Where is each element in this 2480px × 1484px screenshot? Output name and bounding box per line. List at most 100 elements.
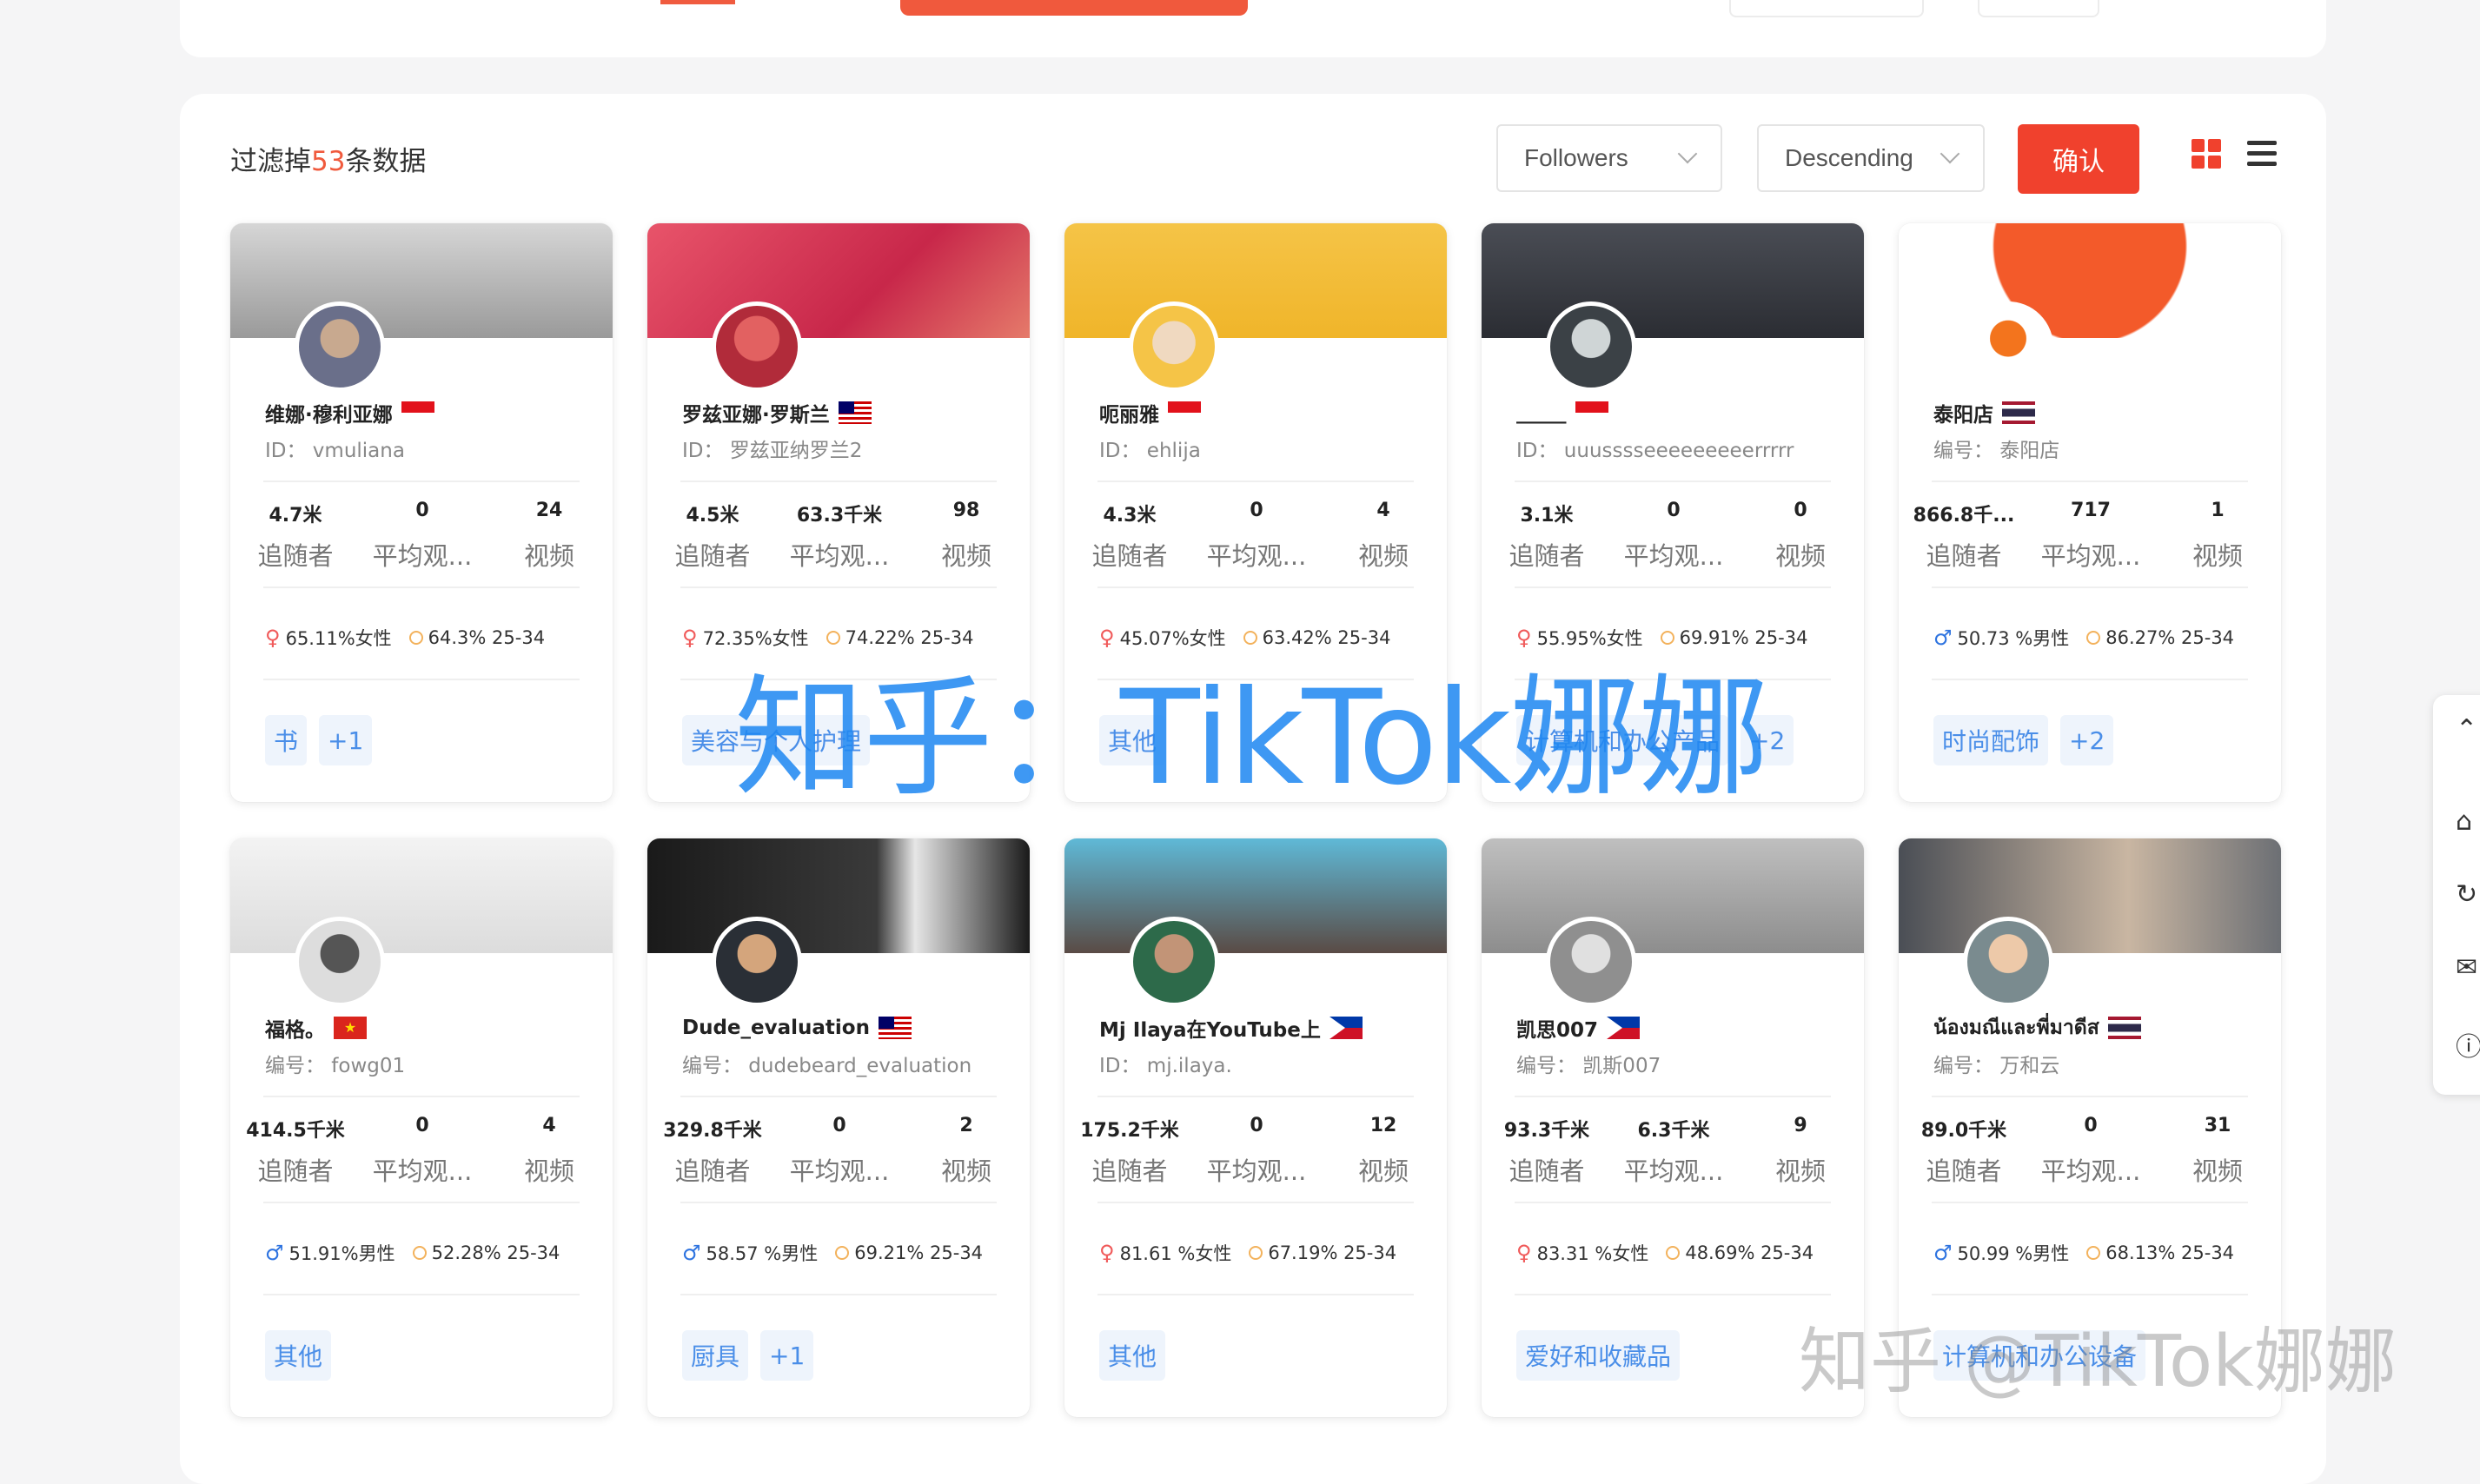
sort-field-select[interactable]: Followers xyxy=(1496,124,1722,192)
followers-value: 4.3米 xyxy=(1103,505,1157,527)
creator-name[interactable]: _____ xyxy=(1516,401,1567,424)
confirm-button[interactable]: 确认 xyxy=(2018,124,2139,194)
followers-label: 追随者 xyxy=(1509,1156,1585,1186)
chevron-up-icon[interactable]: ⌃ xyxy=(2456,714,2477,745)
followers-value: 866.8千... xyxy=(1913,505,2015,527)
divider xyxy=(263,1294,580,1295)
creator-name[interactable]: Mj Ilaya在YouTube上 xyxy=(1099,1013,1321,1043)
videos-value: 0 xyxy=(1794,500,1807,521)
followers-label: 追随者 xyxy=(1926,541,2002,571)
creator-name[interactable]: Dude_evaluation xyxy=(682,1017,870,1039)
category-tag[interactable]: 其他 xyxy=(1099,1330,1166,1381)
category-tags: 其他 xyxy=(1099,1330,1166,1381)
card-banner-image xyxy=(230,223,613,338)
grid-view-icon[interactable] xyxy=(2192,139,2221,169)
avatar[interactable] xyxy=(1129,917,1219,1007)
videos-value: 98 xyxy=(952,500,980,521)
creator-card[interactable]: Mj Ilaya在YouTube上 ID： mj.ilaya. 175.2千米 0 12… xyxy=(1064,838,1447,1417)
input-partial[interactable] xyxy=(1729,0,1924,17)
creator-name[interactable]: 泰阳店 xyxy=(1933,398,1993,427)
divider xyxy=(1515,1096,1831,1097)
creator-id: ID： ehlija xyxy=(1099,440,1201,462)
followers-value: 89.0千米 xyxy=(1920,1120,2007,1142)
help-icon[interactable]: ⓘ xyxy=(2456,1025,2480,1063)
category-tags: 爱好和收藏品 xyxy=(1516,1330,1681,1381)
divider xyxy=(1097,1096,1414,1097)
divider xyxy=(1515,1294,1831,1295)
name-row: 泰阳店 xyxy=(1933,397,2035,428)
flag-philippines-icon xyxy=(1607,1017,1641,1039)
male-icon: ♂ xyxy=(682,1241,701,1265)
creator-name[interactable]: 维娜·穆利亚娜 xyxy=(265,398,393,427)
creator-id: 编号： dudebeard_evaluation xyxy=(682,1055,972,1077)
flag-indonesia-icon xyxy=(1575,401,1608,424)
followers-value: 4.5米 xyxy=(686,505,739,527)
videos-value: 31 xyxy=(2204,1115,2231,1136)
avatar[interactable] xyxy=(1546,301,1636,392)
avatar[interactable] xyxy=(1129,301,1219,392)
avg-views-value: 717 xyxy=(2071,500,2111,521)
category-tag[interactable]: 时尚配饰 xyxy=(1933,715,2049,765)
creator-name[interactable]: น้องมณีและพี่มาดีส xyxy=(1933,1012,2099,1043)
avatar[interactable] xyxy=(712,301,802,392)
creator-name[interactable]: 罗兹亚娜·罗斯兰 xyxy=(682,398,830,427)
creator-name[interactable]: 福格。 xyxy=(265,1013,325,1043)
age-clock-icon xyxy=(408,631,423,645)
list-view-icon[interactable] xyxy=(2247,139,2277,169)
avg-views-value: 0 xyxy=(415,500,429,521)
search-button-partial[interactable] xyxy=(900,0,1248,16)
divider xyxy=(1097,1202,1414,1203)
videos-label: 视频 xyxy=(523,541,574,571)
creator-card[interactable]: 泰阳店 编号： 泰阳店 866.8千... 717 1 追随者 平均观... 视频 ♂ 50.73… xyxy=(1899,223,2281,802)
name-row: 凯思007 xyxy=(1516,1012,1641,1043)
sort-order-select[interactable]: Descending xyxy=(1757,124,1985,192)
house-icon[interactable]: ⌂ xyxy=(2456,806,2472,837)
sort-order-value: Descending xyxy=(1785,144,1913,171)
category-tag[interactable]: 厨具 xyxy=(682,1330,749,1381)
name-row: 罗兹亚娜·罗斯兰 xyxy=(682,397,872,428)
avatar[interactable] xyxy=(712,917,802,1007)
female-icon: ♀ xyxy=(682,626,698,650)
creator-name[interactable]: 凯思007 xyxy=(1516,1013,1598,1043)
divider xyxy=(263,480,580,482)
card-banner-image xyxy=(1064,223,1447,338)
avatar[interactable] xyxy=(295,917,385,1007)
age-percentage: 68.13% 25-34 xyxy=(2105,1242,2235,1263)
input-partial-2[interactable] xyxy=(1978,0,2099,17)
avatar[interactable] xyxy=(295,301,385,392)
followers-value: 4.7米 xyxy=(269,505,322,527)
category-tag[interactable]: 爱好和收藏品 xyxy=(1516,1330,1681,1381)
creator-id: 编号： 凯斯007 xyxy=(1516,1055,1661,1077)
avatar[interactable] xyxy=(1963,301,2053,392)
category-tag[interactable]: +1 xyxy=(760,1330,814,1381)
mail-icon[interactable]: ✉ xyxy=(2456,952,2477,983)
videos-label: 视频 xyxy=(523,1156,574,1186)
name-row: 呃丽雅 xyxy=(1099,397,1201,428)
watermark-corner: 知乎 @TikTok娜娜 xyxy=(1799,1321,2397,1403)
category-tag[interactable]: 其他 xyxy=(265,1330,332,1381)
followers-label: 追随者 xyxy=(1091,1156,1168,1186)
divider xyxy=(1097,1294,1414,1295)
card-banner-image xyxy=(1899,223,2281,338)
creator-name[interactable]: 呃丽雅 xyxy=(1099,398,1159,427)
creator-card[interactable]: 维娜·穆利亚娜 ID： vmuliana 4.7米 0 24 追随者 平均观... 视频 ♀ 65… xyxy=(230,223,613,802)
refresh-icon[interactable]: ↻ xyxy=(2456,879,2477,910)
creator-card[interactable]: Dude_evaluation 编号： dudebeard_evaluation 3… xyxy=(647,838,1030,1417)
age-percentage: 48.69% 25-34 xyxy=(1685,1242,1814,1263)
avg-views-value: 0 xyxy=(2084,1115,2098,1136)
videos-value: 9 xyxy=(1794,1115,1807,1136)
category-tags: 时尚配饰 +2 xyxy=(1933,715,2114,765)
category-tag[interactable]: +1 xyxy=(319,715,373,765)
avatar[interactable] xyxy=(1963,917,2053,1007)
divider xyxy=(1932,1202,2248,1203)
avatar[interactable] xyxy=(1546,917,1636,1007)
gender-percentage: 51.91%男性 xyxy=(288,1243,395,1264)
name-row: Dude_evaluation xyxy=(682,1012,912,1043)
category-tag[interactable]: +2 xyxy=(2060,715,2114,765)
category-tag[interactable]: 书 xyxy=(265,715,308,765)
followers-value: 93.3千米 xyxy=(1503,1120,1590,1142)
divider xyxy=(1932,480,2248,482)
card-banner-image xyxy=(647,223,1030,338)
divider xyxy=(1515,586,1831,588)
creator-card[interactable]: 福格。 ★ 编号： fowg01 414.5千米 0 4 追随者 平均观... 视频 ♂ 51.91… xyxy=(230,838,613,1417)
